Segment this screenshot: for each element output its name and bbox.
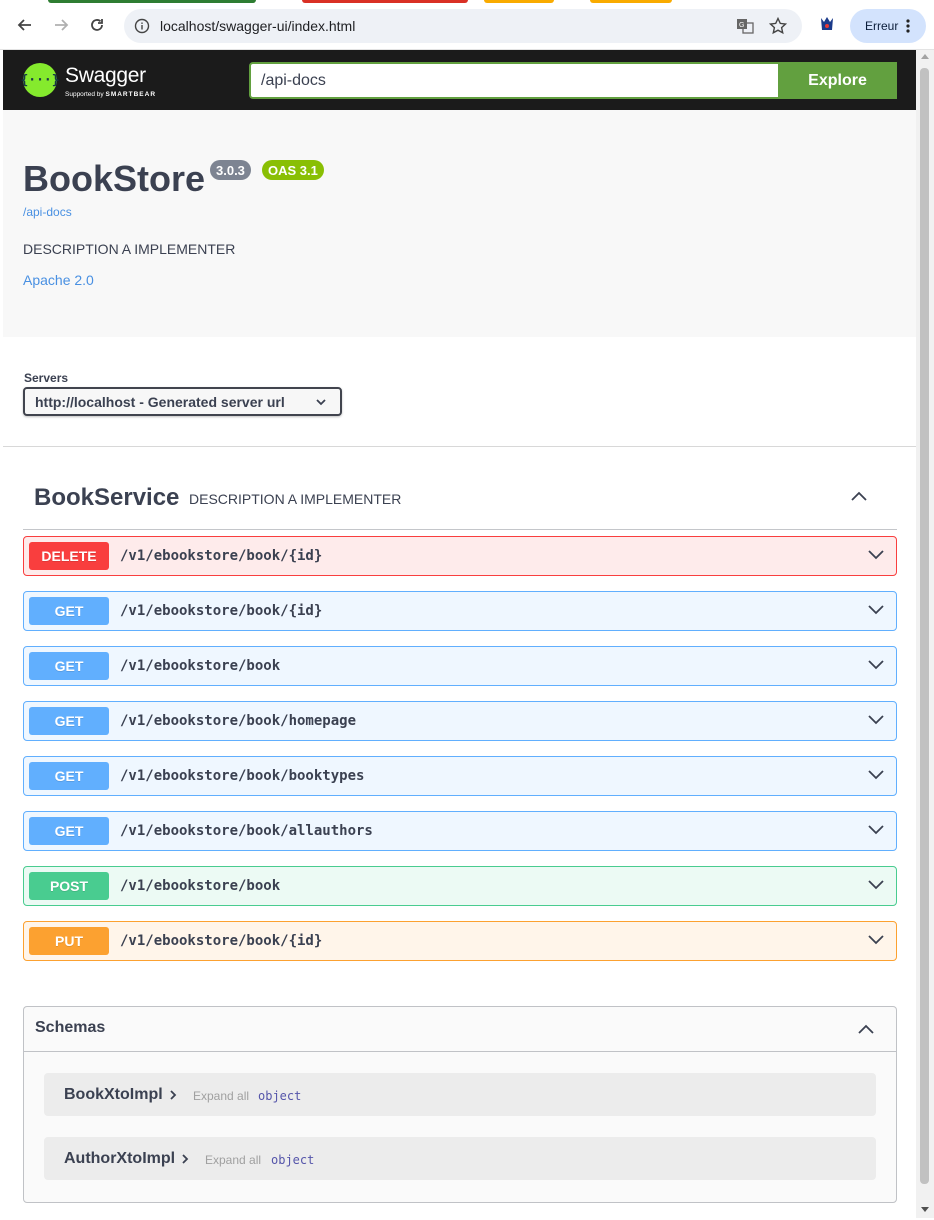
arrow-right-icon (55, 19, 69, 31)
tag-section-header[interactable]: BookService DESCRIPTION A IMPLEMENTER (23, 470, 897, 530)
brand-sub: Supported by SMARTBEAR (65, 91, 157, 98)
method-badge: GET (29, 762, 109, 790)
method-badge: GET (29, 817, 109, 845)
method-badge: GET (29, 652, 109, 680)
operation-path: /v1/ebookstore/book/allauthors (120, 823, 373, 839)
operation-path: /v1/ebookstore/book/booktypes (120, 768, 365, 784)
browser-toolbar: localhost/swagger-ui/index.html G Erreur (0, 0, 934, 50)
server-select[interactable]: http://localhost - Generated server url (23, 387, 342, 416)
page-scrollbar[interactable] (916, 50, 934, 1218)
chevron-down-icon[interactable] (866, 547, 886, 563)
tag-name: BookService (34, 484, 180, 511)
method-badge: DELETE (29, 542, 109, 570)
tab-strip (0, 0, 934, 4)
arrow-left-icon (17, 19, 31, 31)
schemas-header[interactable]: Schemas (24, 1007, 896, 1052)
chevron-down-icon[interactable] (866, 877, 886, 893)
schema-model[interactable]: AuthorXtoImpl Expand all object (44, 1137, 876, 1180)
operation-row[interactable]: GET/v1/ebookstore/book/{id} (23, 591, 897, 631)
operation-row[interactable]: PUT/v1/ebookstore/book/{id} (23, 921, 897, 961)
operation-row[interactable]: GET/v1/ebookstore/book/allauthors (23, 811, 897, 851)
schemas-title: Schemas (35, 1019, 106, 1036)
reload-button[interactable] (85, 13, 109, 37)
oas-badge: OAS 3.1 (262, 160, 324, 180)
chevron-down-icon[interactable] (866, 822, 886, 838)
svg-text:G: G (739, 22, 744, 29)
operation-path: /v1/ebookstore/book/{id} (120, 548, 323, 564)
api-info: BookStore 3.0.3 OAS 3.1 /api-docs DESCRI… (3, 110, 916, 337)
address-bar[interactable]: localhost/swagger-ui/index.html G (124, 9, 802, 43)
chevron-up-icon[interactable] (856, 1021, 876, 1037)
model-type: object (271, 1153, 315, 1167)
servers-label: Servers (24, 371, 69, 385)
profile-button[interactable]: Erreur (850, 9, 926, 43)
chevron-down-icon[interactable] (866, 712, 886, 728)
chevron-up-icon[interactable] (849, 488, 869, 504)
translate-icon[interactable]: G (736, 17, 754, 35)
definition-url-input[interactable] (251, 64, 776, 97)
scroll-down-arrow[interactable] (921, 1207, 929, 1212)
license-link[interactable]: Apache 2.0 (23, 272, 94, 288)
chevron-down-icon[interactable] (866, 932, 886, 948)
schema-model[interactable]: BookXtoImpl Expand all object (44, 1073, 876, 1116)
method-badge: POST (29, 872, 109, 900)
url-text: localhost/swagger-ui/index.html (160, 18, 356, 34)
expand-all-link[interactable]: Expand all (193, 1089, 249, 1103)
schemas-section: Schemas BookXtoImpl Expand all object Au… (23, 1006, 897, 1203)
swagger-logo[interactable]: {···} Swagger Supported by SMARTBEAR (20, 61, 168, 101)
model-name: AuthorXtoImpl (64, 1150, 176, 1167)
explore-button[interactable]: Explore (778, 62, 897, 99)
more-vertical-icon (906, 19, 910, 33)
method-badge: GET (29, 707, 109, 735)
operation-row[interactable]: DELETE/v1/ebookstore/book/{id} (23, 536, 897, 576)
operation-row[interactable]: GET/v1/ebookstore/book (23, 646, 897, 686)
operation-row[interactable]: GET/v1/ebookstore/book/homepage (23, 701, 897, 741)
chevron-right-icon[interactable] (180, 1153, 190, 1165)
divider (3, 446, 916, 447)
swagger-page: {···} Swagger Supported by SMARTBEAR Exp… (3, 50, 916, 1218)
chevron-down-icon (316, 399, 326, 406)
site-info-icon[interactable] (134, 18, 150, 34)
profile-label: Erreur (865, 19, 899, 33)
operation-path: /v1/ebookstore/book/{id} (120, 603, 323, 619)
back-button[interactable] (13, 13, 37, 37)
expand-all-link[interactable]: Expand all (205, 1153, 261, 1167)
api-docs-link[interactable]: /api-docs (23, 205, 72, 219)
method-badge: GET (29, 597, 109, 625)
star-icon[interactable] (769, 17, 787, 35)
server-selected-value: http://localhost - Generated server url (35, 394, 285, 410)
scrollbar-thumb[interactable] (920, 68, 929, 1184)
scroll-up-arrow[interactable] (921, 54, 929, 59)
operation-row[interactable]: POST/v1/ebookstore/book (23, 866, 897, 906)
forward-button[interactable] (49, 13, 73, 37)
swagger-topbar: {···} Swagger Supported by SMARTBEAR Exp… (3, 50, 916, 110)
operation-path: /v1/ebookstore/book (120, 878, 281, 894)
chevron-down-icon[interactable] (866, 767, 886, 783)
operation-row[interactable]: GET/v1/ebookstore/book/booktypes (23, 756, 897, 796)
version-badge: 3.0.3 (210, 160, 251, 180)
chevron-down-icon[interactable] (866, 602, 886, 618)
extension-icon[interactable] (817, 15, 837, 35)
model-type: object (258, 1089, 302, 1103)
tag-description: DESCRIPTION A IMPLEMENTER (189, 491, 402, 507)
reload-icon (91, 19, 103, 31)
operation-path: /v1/ebookstore/book (120, 658, 281, 674)
model-name: BookXtoImpl (64, 1086, 163, 1103)
method-badge: PUT (29, 927, 109, 955)
operation-path: /v1/ebookstore/book/homepage (120, 713, 357, 729)
chevron-right-icon[interactable] (168, 1089, 178, 1101)
api-description: DESCRIPTION A IMPLEMENTER (23, 241, 236, 257)
api-title: BookStore (23, 158, 206, 199)
swagger-logo-icon: {···} (20, 63, 60, 97)
chevron-down-icon[interactable] (866, 657, 886, 673)
operation-path: /v1/ebookstore/book/{id} (120, 933, 323, 949)
brand-name: Swagger (65, 64, 146, 87)
